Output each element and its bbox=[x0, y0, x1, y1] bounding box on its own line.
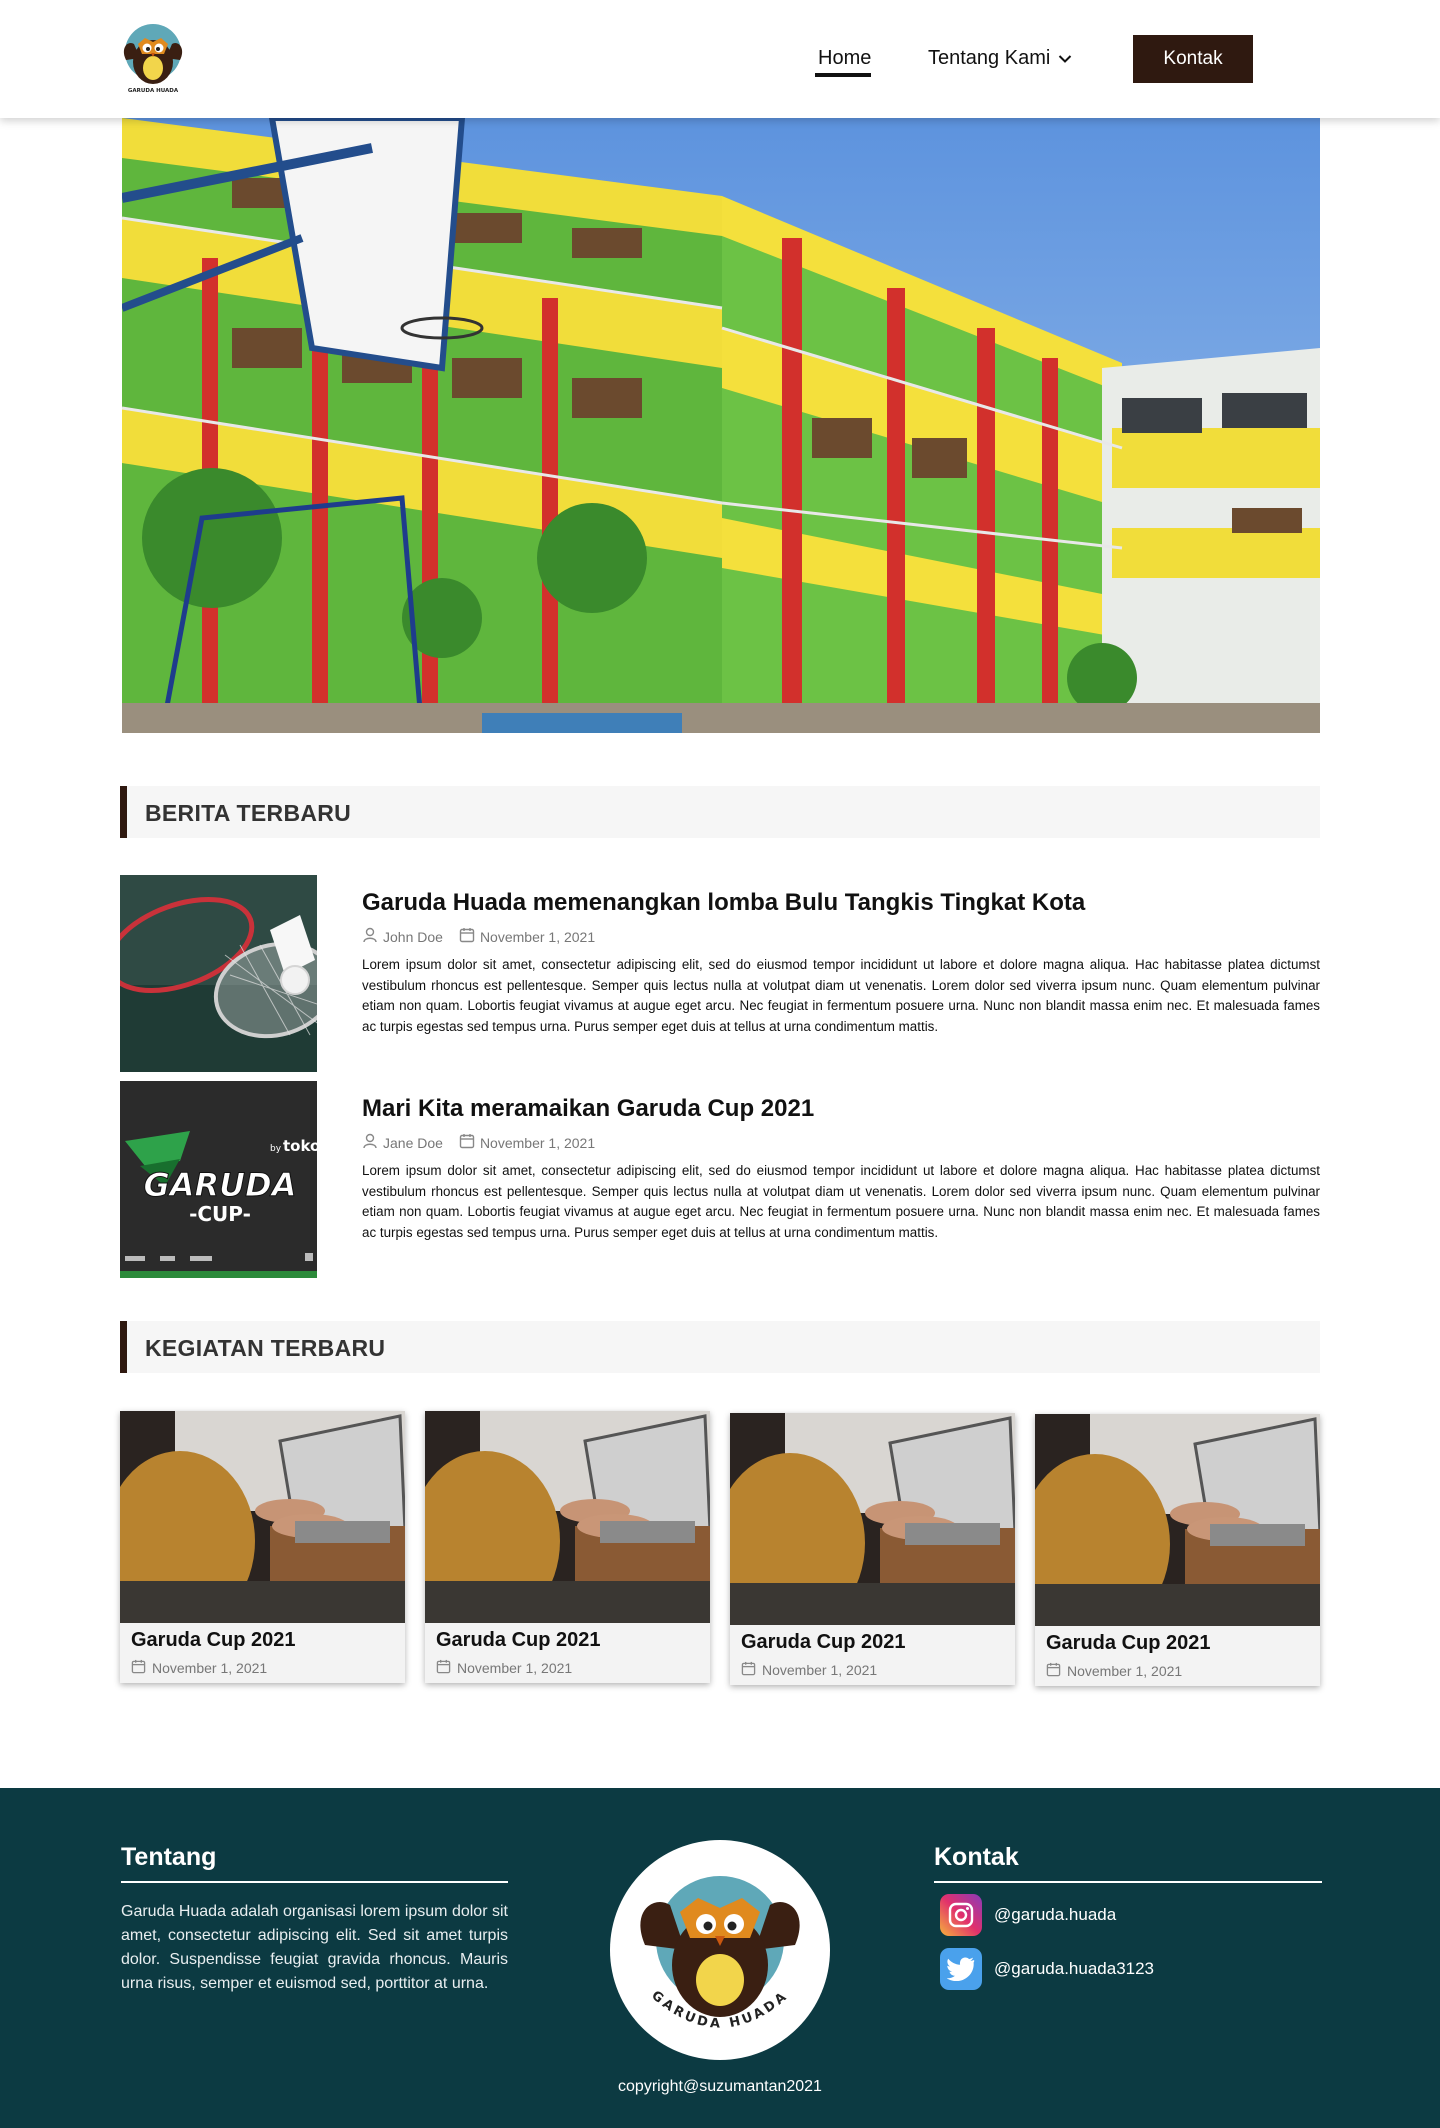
activity-card[interactable]: Garuda Cup 2021 November 1, 2021 bbox=[425, 1411, 710, 1683]
news-content: Mari Kita meramaikan Garuda Cup 2021 Jan… bbox=[362, 1095, 1320, 1244]
news-meta: John Doe November 1, 2021 bbox=[362, 927, 1320, 946]
news-thumbnail-badminton[interactable] bbox=[120, 875, 317, 1072]
activity-card-meta: November 1, 2021 bbox=[131, 1659, 267, 1677]
news-date: November 1, 2021 bbox=[479, 1134, 596, 1151]
news-item: by tokopedia GARUDA -CUP- Mari Kita mera… bbox=[120, 1081, 1320, 1279]
nav-active-indicator bbox=[815, 73, 871, 77]
logo-wordmark: GARUDA HUADA bbox=[128, 88, 179, 94]
news-item: Garuda Huada memenangkan lomba Bulu Tang… bbox=[120, 875, 1320, 1073]
news-author: Jane Doe bbox=[383, 1134, 443, 1151]
nav-about-label: Tentang Kami bbox=[928, 47, 1051, 69]
nav-home-link[interactable]: Home bbox=[818, 47, 871, 70]
twitter-link[interactable]: @garuda.huada3123 bbox=[940, 1948, 1154, 1990]
user-icon bbox=[362, 1133, 378, 1152]
activity-card-date: November 1, 2021 bbox=[762, 1662, 878, 1678]
site-footer: Tentang Garuda Huada adalah organisasi l… bbox=[0, 1788, 1440, 2128]
chevron-down-icon bbox=[1058, 47, 1072, 70]
news-section-title: BERITA TERBARU bbox=[145, 800, 352, 826]
activity-card[interactable]: Garuda Cup 2021 November 1, 2021 bbox=[1035, 1414, 1320, 1686]
instagram-icon bbox=[940, 1894, 982, 1936]
activity-card[interactable]: Garuda Cup 2021 November 1, 2021 bbox=[730, 1413, 1015, 1685]
activities-section-title: KEGIATAN TERBARU bbox=[145, 1335, 386, 1361]
poster-brand: tokopedia bbox=[283, 1137, 317, 1155]
activity-card[interactable]: Garuda Cup 2021 November 1, 2021 bbox=[120, 1411, 405, 1683]
news-meta: Jane Doe November 1, 2021 bbox=[362, 1133, 1320, 1152]
footer-contact-title: Kontak bbox=[934, 1843, 1019, 1871]
nav-about-dropdown[interactable]: Tentang Kami bbox=[928, 47, 1072, 70]
news-title-link[interactable]: Mari Kita meramaikan Garuda Cup 2021 bbox=[362, 1095, 1320, 1123]
calendar-icon bbox=[741, 1661, 756, 1679]
footer-logo: GARUDA HUADA bbox=[610, 1840, 830, 2060]
calendar-icon bbox=[459, 1133, 475, 1152]
poster-by: by bbox=[270, 1144, 282, 1154]
news-title-link[interactable]: Garuda Huada memenangkan lomba Bulu Tang… bbox=[362, 889, 1320, 917]
activity-card-title: Garuda Cup 2021 bbox=[131, 1629, 296, 1651]
footer-contact-divider bbox=[934, 1881, 1322, 1883]
news-excerpt: Lorem ipsum dolor sit amet, consectetur … bbox=[362, 1163, 1320, 1241]
activity-card-image bbox=[425, 1411, 710, 1623]
hero-image bbox=[122, 118, 1320, 733]
site-header: GARUDA HUADA Home Tentang Kami Kontak bbox=[0, 0, 1440, 118]
activity-card-title: Garuda Cup 2021 bbox=[436, 1629, 601, 1651]
calendar-icon bbox=[436, 1659, 451, 1677]
footer-about-divider bbox=[121, 1881, 508, 1883]
activity-card-image bbox=[1035, 1414, 1320, 1626]
news-content: Garuda Huada memenangkan lomba Bulu Tang… bbox=[362, 889, 1320, 1038]
news-author: John Doe bbox=[383, 928, 443, 945]
activity-card-date: November 1, 2021 bbox=[152, 1660, 268, 1676]
calendar-icon bbox=[459, 927, 475, 946]
calendar-icon bbox=[1046, 1662, 1061, 1680]
activity-card-meta: November 1, 2021 bbox=[741, 1661, 877, 1679]
activities-section-header: KEGIATAN TERBARU bbox=[120, 1321, 1320, 1373]
activity-card-image bbox=[730, 1413, 1015, 1625]
contact-button[interactable]: Kontak bbox=[1133, 35, 1253, 83]
footer-about-title: Tentang bbox=[121, 1843, 217, 1871]
activity-card-date: November 1, 2021 bbox=[457, 1660, 573, 1676]
activity-card-image bbox=[120, 1411, 405, 1623]
poster-title: GARUDA bbox=[144, 1166, 297, 1204]
user-icon bbox=[362, 927, 378, 946]
site-logo[interactable]: GARUDA HUADA bbox=[118, 18, 188, 98]
poster-subtitle: -CUP- bbox=[189, 1202, 251, 1226]
activity-card-meta: November 1, 2021 bbox=[436, 1659, 572, 1677]
activity-card-meta: November 1, 2021 bbox=[1046, 1662, 1182, 1680]
activity-card-date: November 1, 2021 bbox=[1067, 1663, 1183, 1679]
twitter-icon bbox=[940, 1948, 982, 1990]
news-excerpt: Lorem ipsum dolor sit amet, consectetur … bbox=[362, 957, 1320, 1035]
calendar-icon bbox=[131, 1659, 146, 1677]
activity-card-title: Garuda Cup 2021 bbox=[1046, 1632, 1211, 1654]
instagram-link[interactable]: @garuda.huada bbox=[940, 1894, 1116, 1936]
news-date: November 1, 2021 bbox=[479, 928, 596, 945]
copyright-text: copyright@suzumantan2021 bbox=[618, 2078, 822, 2095]
news-thumbnail-garuda-cup[interactable]: by tokopedia GARUDA -CUP- bbox=[120, 1081, 317, 1278]
instagram-handle: @garuda.huada bbox=[994, 1905, 1117, 1924]
footer-about-text: Garuda Huada adalah organisasi lorem ips… bbox=[121, 1903, 508, 1992]
twitter-handle: @garuda.huada3123 bbox=[994, 1959, 1155, 1978]
news-section-header: BERITA TERBARU bbox=[120, 786, 1320, 838]
activity-card-title: Garuda Cup 2021 bbox=[741, 1631, 906, 1653]
